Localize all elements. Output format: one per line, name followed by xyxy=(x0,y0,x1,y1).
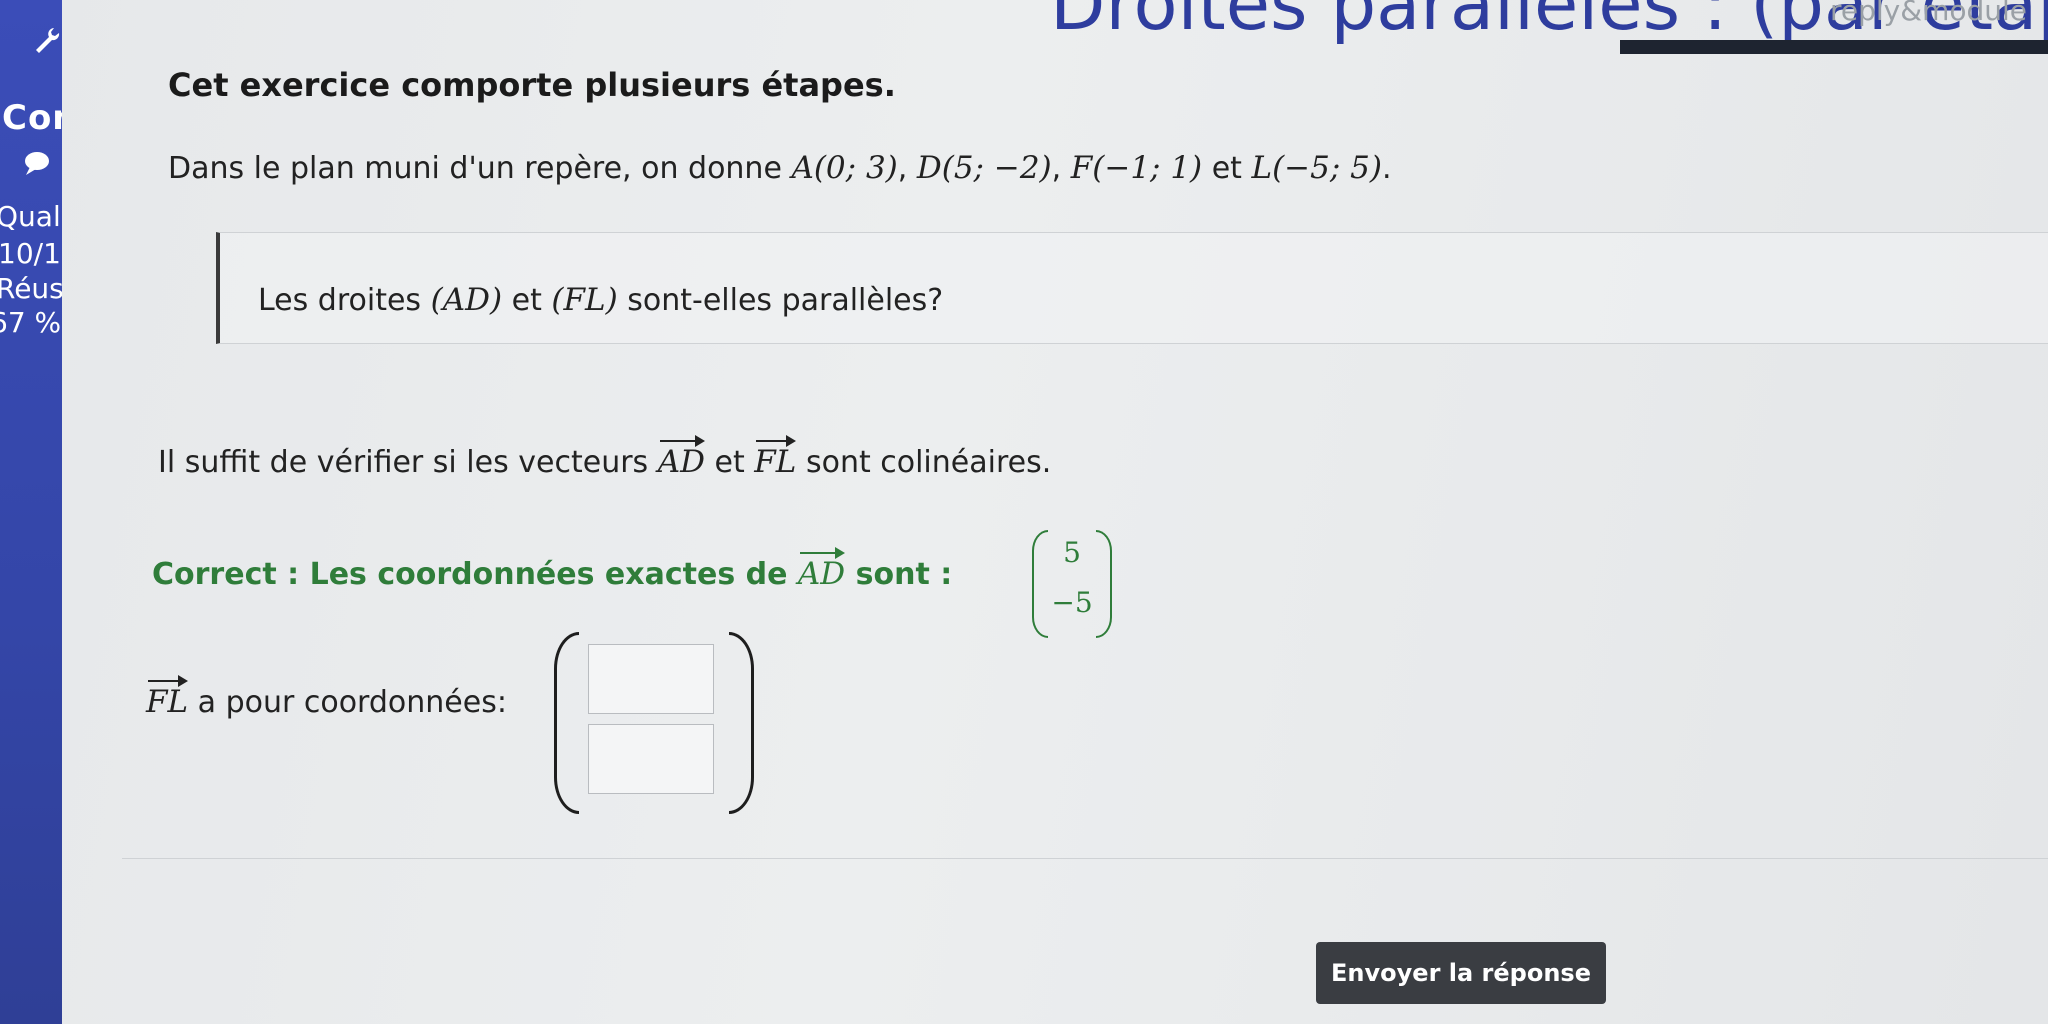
quality-score: 10/10 xyxy=(0,237,62,270)
hint-et: et xyxy=(714,445,745,480)
fl-label-suffix: a pour coordonnées: xyxy=(197,685,507,720)
given-prefix: Dans le plan muni d'un repère, on donne xyxy=(168,151,782,186)
line-ad: (AD) xyxy=(430,282,503,318)
vector-fl: FL xyxy=(146,675,189,720)
question-et: et xyxy=(511,283,542,318)
success-label: Réussi xyxy=(0,272,62,305)
fl-answer-matrix xyxy=(554,632,754,814)
sidebar: Com Qualité 10/10 Réussi 67 % xyxy=(0,0,62,1024)
fl-y-input[interactable] xyxy=(588,724,714,794)
correct-prefix: Correct : Les coordonnées exactes de xyxy=(152,557,788,592)
point-f: F(−1; 1) xyxy=(1070,150,1203,186)
vector-ad: AD xyxy=(798,547,846,592)
question-suffix: sont-elles parallèles? xyxy=(627,283,944,318)
right-paren xyxy=(1096,530,1112,638)
correct-suffix: sont : xyxy=(855,557,953,592)
page: Com Qualité 10/10 Réussi 67 % Droites pa… xyxy=(0,0,2048,1024)
comma-sep: , xyxy=(1051,151,1062,186)
et-sep: et xyxy=(1211,151,1242,186)
point-d: D(5; −2) xyxy=(916,150,1052,186)
exercise-intro: Cet exercice comporte plusieurs étapes. xyxy=(168,66,896,104)
point-l: L(−5; 5) xyxy=(1251,150,1382,186)
given-points-line: Dans le plan muni d'un repère, on donne … xyxy=(168,150,1392,186)
fl-x-input[interactable] xyxy=(588,644,714,714)
exercise-content: Cet exercice comporte plusieurs étapes. … xyxy=(62,0,2048,1024)
hint-text: Il suffit de vérifier si les vecteurs AD… xyxy=(158,435,1052,480)
fl-coordinates-label: FL a pour coordonnées: xyxy=(146,675,507,720)
right-paren xyxy=(729,632,754,814)
line-fl: (FL) xyxy=(551,282,618,318)
question-text: Les droites (AD) et (FL) sont-elles para… xyxy=(258,282,943,318)
success-value: 67 % xyxy=(0,306,62,339)
vector-ad: AD xyxy=(658,435,706,480)
point-a: A(0; 3) xyxy=(791,150,898,186)
divider xyxy=(122,858,2048,859)
left-paren xyxy=(554,632,579,814)
speech-bubble-icon[interactable] xyxy=(22,150,52,180)
quality-label: Qualité xyxy=(0,200,62,233)
hint-suffix: sont colinéaires. xyxy=(805,445,1052,480)
comma-sep: , xyxy=(897,151,908,186)
hint-prefix: Il suffit de vérifier si les vecteurs xyxy=(158,445,649,480)
wrench-icon[interactable] xyxy=(34,26,60,58)
sidebar-title: Com xyxy=(2,98,62,138)
period: . xyxy=(1381,151,1392,186)
ad-coordinates-vector: 5 −5 xyxy=(1032,530,1112,640)
question-prefix: Les droites xyxy=(258,283,422,318)
vector-fl: FL xyxy=(754,435,797,480)
correct-feedback: Correct : Les coordonnées exactes de AD … xyxy=(152,547,953,592)
submit-answer-button[interactable]: Envoyer la réponse xyxy=(1316,942,1606,1004)
